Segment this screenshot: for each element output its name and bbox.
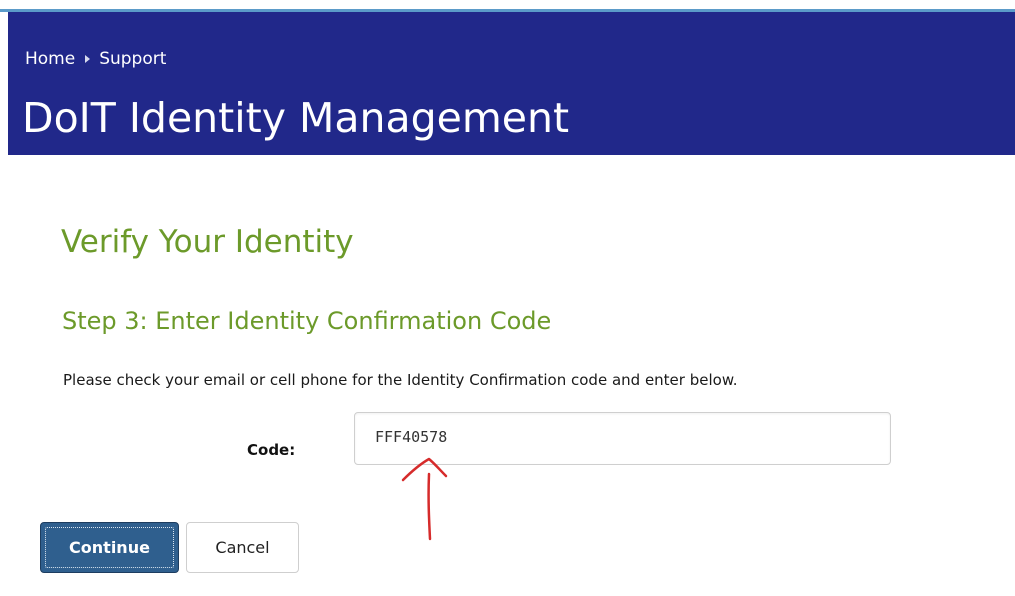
breadcrumb-home-link[interactable]: Home <box>25 49 75 69</box>
continue-button-label: Continue <box>69 538 150 557</box>
top-accent-bar <box>0 0 1015 12</box>
instructions-text: Please check your email or cell phone fo… <box>63 371 738 389</box>
code-label: Code: <box>247 441 296 459</box>
cancel-button[interactable]: Cancel <box>186 522 299 573</box>
site-header: Home Support DoIT Identity Management <box>8 12 1015 155</box>
page-title: Verify Your Identity <box>61 224 354 260</box>
continue-button[interactable]: Continue <box>40 522 179 573</box>
breadcrumb-support-link[interactable]: Support <box>99 49 166 69</box>
site-title: DoIT Identity Management <box>22 94 570 142</box>
up-arrow-icon <box>401 457 448 541</box>
step-heading: Step 3: Enter Identity Confirmation Code <box>62 307 552 335</box>
breadcrumb-separator-icon <box>85 55 91 63</box>
breadcrumb: Home Support <box>25 49 166 69</box>
